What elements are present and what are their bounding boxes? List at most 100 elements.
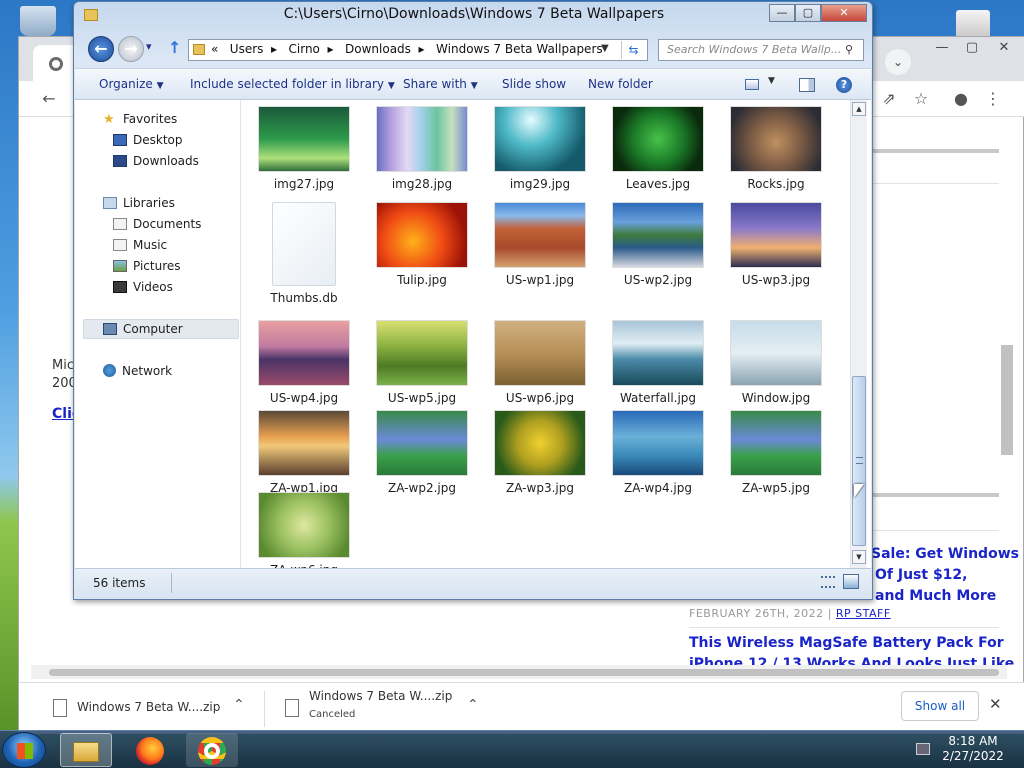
- nav-favorites[interactable]: ★ Favorites: [103, 110, 177, 128]
- file-item[interactable]: ZA-wp6.jpg: [249, 492, 359, 568]
- download-item-1[interactable]: Windows 7 Beta W....zip ⌃: [33, 689, 263, 729]
- desktop-shortcut-icon[interactable]: [956, 10, 990, 38]
- file-item[interactable]: Thumbs.db: [249, 202, 359, 305]
- tab-search-button[interactable]: ⌄: [885, 49, 911, 75]
- image-thumbnail: [730, 410, 822, 476]
- share-with-menu[interactable]: Share with ▼: [403, 69, 478, 101]
- breadcrumb-downloads[interactable]: Downloads: [345, 42, 411, 56]
- chevron-up-icon[interactable]: ⌃: [467, 697, 479, 713]
- status-divider: [171, 573, 172, 593]
- file-item[interactable]: ZA-wp1.jpg: [249, 410, 359, 495]
- breadcrumb-cirno[interactable]: Cirno: [289, 42, 320, 56]
- download-item-2[interactable]: Windows 7 Beta W....zip Canceled ⌃: [271, 689, 501, 729]
- file-item[interactable]: img29.jpg: [485, 106, 595, 191]
- share-icon[interactable]: ⇗: [877, 87, 901, 111]
- file-item[interactable]: US-wp6.jpg: [485, 320, 595, 405]
- breadcrumb-wallpapers[interactable]: Windows 7 Beta Wallpapers: [436, 42, 603, 56]
- file-item[interactable]: US-wp1.jpg: [485, 202, 595, 287]
- refresh-icon[interactable]: ⇆: [621, 41, 645, 59]
- file-item[interactable]: ZA-wp3.jpg: [485, 410, 595, 495]
- downloads-folder-icon: [113, 155, 127, 167]
- file-item[interactable]: US-wp5.jpg: [367, 320, 477, 405]
- firefox-icon: [136, 736, 164, 765]
- nav-documents[interactable]: Documents: [113, 215, 201, 233]
- details-view-icon[interactable]: [821, 576, 835, 588]
- scrollbar-thumb[interactable]: [852, 376, 866, 546]
- file-name: US-wp3.jpg: [741, 273, 811, 287]
- article-title-line-3[interactable]: and Much More: [875, 588, 996, 604]
- nav-pictures[interactable]: Pictures: [113, 257, 181, 275]
- chrome-maximize-button[interactable]: ▢: [955, 37, 989, 61]
- show-all-button[interactable]: Show all: [901, 691, 979, 721]
- nav-libraries[interactable]: Libraries: [103, 194, 175, 212]
- page-vertical-scrollbar-thumb[interactable]: [1001, 345, 1013, 455]
- nav-desktop[interactable]: Desktop: [113, 131, 183, 149]
- close-button[interactable]: ✕: [821, 4, 867, 22]
- breadcrumb-users[interactable]: Users: [230, 42, 264, 56]
- nav-network[interactable]: Network: [103, 362, 172, 380]
- file-item[interactable]: US-wp4.jpg: [249, 320, 359, 405]
- recycle-bin-icon[interactable]: [20, 6, 56, 36]
- image-thumbnail: [494, 202, 586, 268]
- thumbnail-view-icon[interactable]: [843, 574, 859, 589]
- file-item[interactable]: US-wp2.jpg: [603, 202, 713, 287]
- address-bar[interactable]: « Users ▸ Cirno ▸ Downloads ▸ Windows 7 …: [188, 39, 648, 61]
- article-title-line-1[interactable]: Sale: Get Windows: [871, 546, 1019, 562]
- nav-downloads[interactable]: Downloads: [113, 152, 199, 170]
- view-options-icon[interactable]: [745, 79, 759, 90]
- explorer-content: ★ Favorites Desktop Downloads Libraries D…: [75, 100, 871, 568]
- chrome-minimize-button[interactable]: —: [925, 37, 959, 61]
- file-item[interactable]: Leaves.jpg: [603, 106, 713, 191]
- file-item[interactable]: US-wp3.jpg: [721, 202, 831, 287]
- start-button[interactable]: [2, 732, 46, 768]
- file-item[interactable]: ZA-wp2.jpg: [367, 410, 477, 495]
- up-arrow-icon[interactable]: ↑: [168, 38, 181, 57]
- forward-arrow-icon[interactable]: →: [118, 36, 144, 62]
- file-item[interactable]: Tulip.jpg: [367, 202, 477, 287]
- nav-music[interactable]: Music: [113, 236, 167, 254]
- file-item[interactable]: Rocks.jpg: [721, 106, 831, 191]
- article-author-link[interactable]: RP STAFF: [836, 607, 891, 620]
- clock[interactable]: 8:18 AM 2/27/2022: [938, 734, 1008, 764]
- nav-videos[interactable]: Videos: [113, 278, 173, 296]
- view-chevron-icon[interactable]: ▼: [768, 76, 775, 86]
- chrome-close-button[interactable]: ✕: [987, 37, 1021, 61]
- taskbar-chrome-button[interactable]: [186, 733, 238, 767]
- file-item[interactable]: img27.jpg: [249, 106, 359, 191]
- network-tray-icon[interactable]: [916, 743, 930, 755]
- file-item[interactable]: ZA-wp4.jpg: [603, 410, 713, 495]
- search-input[interactable]: Search Windows 7 Beta Wallp... ⚲: [658, 39, 864, 61]
- nav-computer[interactable]: Computer: [103, 320, 183, 338]
- slide-show-button[interactable]: Slide show: [502, 69, 566, 101]
- desktop-icon: [113, 134, 127, 146]
- scroll-up-icon[interactable]: ▲: [852, 102, 866, 116]
- close-downloads-icon[interactable]: ✕: [989, 695, 1002, 713]
- file-item[interactable]: ZA-wp5.jpg: [721, 410, 831, 495]
- address-dropdown-icon[interactable]: ▼: [601, 43, 609, 54]
- taskbar-explorer-button[interactable]: [60, 733, 112, 767]
- article-2-title-line-1[interactable]: This Wireless MagSafe Battery Pack For: [689, 635, 1004, 651]
- organize-menu[interactable]: Organize ▼: [99, 69, 164, 101]
- file-item[interactable]: Waterfall.jpg: [603, 320, 713, 405]
- help-icon[interactable]: ?: [836, 77, 852, 93]
- preview-pane-icon[interactable]: [799, 78, 815, 92]
- back-icon[interactable]: ←: [37, 87, 61, 111]
- page-horizontal-scrollbar-thumb[interactable]: [49, 669, 999, 676]
- chevron-up-icon[interactable]: ⌃: [233, 697, 245, 713]
- taskbar-firefox-button[interactable]: [124, 733, 176, 767]
- scroll-down-icon[interactable]: ▼: [852, 550, 866, 564]
- back-arrow-icon[interactable]: ←: [88, 36, 114, 62]
- maximize-button[interactable]: ▢: [795, 4, 821, 22]
- article-2-title-line-2[interactable]: iPhone 12 / 13 Works And Looks Just Like: [689, 656, 1014, 665]
- file-item[interactable]: Window.jpg: [721, 320, 831, 405]
- profile-icon[interactable]: ●: [949, 87, 973, 111]
- bookmark-star-icon[interactable]: ☆: [909, 87, 933, 111]
- recent-pages-chevron-icon[interactable]: ▾: [146, 40, 152, 53]
- breadcrumb-overflow[interactable]: «: [211, 42, 218, 56]
- include-in-library-menu[interactable]: Include selected folder in library ▼: [190, 69, 395, 101]
- menu-icon[interactable]: ⋮: [981, 87, 1005, 111]
- new-folder-button[interactable]: New folder: [588, 69, 653, 101]
- file-item[interactable]: img28.jpg: [367, 106, 477, 191]
- minimize-button[interactable]: —: [769, 4, 795, 22]
- article-title-line-2[interactable]: Of Just $12,: [875, 567, 967, 583]
